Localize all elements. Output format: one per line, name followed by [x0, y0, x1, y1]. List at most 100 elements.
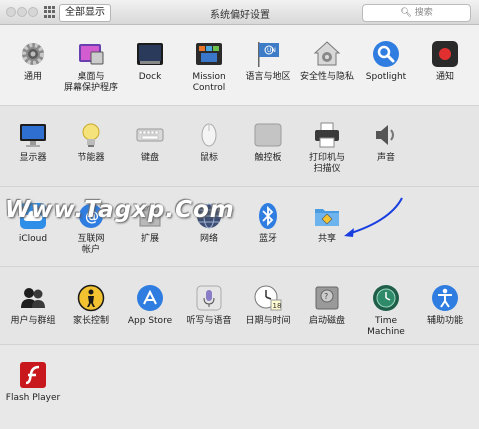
pane-date-time[interactable]: 18 日期与时间 — [238, 284, 298, 327]
time-machine-icon — [372, 284, 400, 312]
pane-label: 扩展 — [140, 234, 159, 244]
pane-label: 打印机与 扫描仪 — [308, 153, 345, 174]
pane-desktop-screensaver[interactable]: 桌面与 屏幕保护程序 — [61, 40, 121, 94]
general-gear-icon — [19, 40, 47, 68]
system-section: 用户与群组 家长控制 App Store 听写与语音 18 日期与时间 ? 启动… — [0, 267, 479, 345]
printer-icon — [313, 121, 341, 149]
show-all-grid-icon[interactable] — [44, 6, 56, 18]
pane-notifications[interactable]: 通知 — [415, 40, 475, 83]
title-bar: 全部显示 系统偏好设置 🔍︎ 搜索 — [0, 0, 479, 25]
pane-label: iCloud — [18, 234, 48, 244]
pane-mission-control[interactable]: Mission Control — [179, 40, 239, 94]
pane-flash-player[interactable]: Flash Player — [3, 361, 63, 404]
displays-monitor-icon — [19, 121, 47, 149]
mission-control-icon — [195, 40, 223, 68]
show-all-button[interactable]: 全部显示 — [59, 4, 111, 22]
pane-label: App Store — [127, 316, 173, 326]
search-icon: 🔍︎ — [400, 8, 412, 18]
pane-sound[interactable]: 声音 — [356, 121, 416, 164]
svg-text:18: 18 — [273, 302, 282, 310]
pane-label: 通用 — [23, 72, 42, 82]
pane-label: 鼠标 — [199, 153, 218, 163]
pane-dictation-speech[interactable]: 听写与语音 — [179, 284, 239, 327]
sound-speaker-icon — [372, 121, 400, 149]
pane-parental-controls[interactable]: 家长控制 — [61, 284, 121, 327]
accessibility-icon — [431, 284, 459, 312]
svg-text:UN: UN — [267, 47, 276, 54]
bluetooth-icon — [254, 202, 282, 230]
pane-label: Dock — [138, 72, 162, 82]
pane-time-machine[interactable]: Time Machine — [356, 284, 416, 338]
pane-mouse[interactable]: 鼠标 — [179, 121, 239, 164]
annotation-arrow-icon — [344, 197, 403, 237]
pane-label: 安全性与隐私 — [299, 72, 354, 82]
pane-startup-disk[interactable]: ? 启动磁盘 — [297, 284, 357, 327]
pane-label: 桌面与 屏幕保护程序 — [63, 72, 118, 93]
pane-label: 触控板 — [254, 153, 282, 163]
energy-saver-bulb-icon — [77, 121, 105, 149]
users-groups-icon — [19, 284, 47, 312]
pane-dock[interactable]: Dock — [120, 40, 180, 83]
pane-label: 键盘 — [140, 153, 159, 163]
pane-accessibility[interactable]: 辅助功能 — [415, 284, 475, 327]
pane-energy-saver[interactable]: 节能器 — [61, 121, 121, 164]
pane-general[interactable]: 通用 — [3, 40, 63, 83]
mouse-icon — [195, 121, 223, 149]
pane-keyboard[interactable]: 键盘 — [120, 121, 180, 164]
pane-spotlight[interactable]: Spotlight — [356, 40, 416, 83]
system-preferences-window: 全部显示 系统偏好设置 🔍︎ 搜索 通用 桌面与 屏幕保护程序 Dock Mis… — [0, 0, 479, 429]
flash-player-icon — [19, 361, 47, 389]
pane-label: 互联网 帐户 — [77, 234, 105, 255]
pane-label: 日期与时间 — [245, 316, 291, 326]
app-store-icon — [136, 284, 164, 312]
pane-label: Mission Control — [192, 72, 226, 93]
sharing-folder-icon — [313, 202, 341, 230]
pane-label: Spotlight — [365, 72, 407, 82]
notifications-icon — [431, 40, 459, 68]
pane-label: 蓝牙 — [258, 234, 277, 244]
zoom-window-button[interactable] — [28, 7, 38, 17]
pane-app-store[interactable]: App Store — [120, 284, 180, 327]
pane-label: 显示器 — [19, 153, 47, 163]
language-region-flag-icon: UN — [254, 40, 282, 68]
parental-controls-icon — [77, 284, 105, 312]
pane-bluetooth[interactable]: 蓝牙 — [238, 202, 298, 245]
pane-label: 用户与群组 — [10, 316, 56, 326]
pane-label: 听写与语音 — [186, 316, 232, 326]
startup-disk-icon: ? — [313, 284, 341, 312]
pane-label: 通知 — [435, 72, 454, 82]
keyboard-icon — [136, 121, 164, 149]
pane-label: 网络 — [199, 234, 218, 244]
dictation-microphone-icon — [195, 284, 223, 312]
personal-section: 通用 桌面与 屏幕保护程序 Dock Mission Control UN 语言与地… — [0, 25, 479, 106]
pane-label: 语言与地区 — [245, 72, 291, 82]
pane-users-groups[interactable]: 用户与群组 — [3, 284, 63, 327]
hardware-section: 显示器 节能器 键盘 鼠标 触控板 打印机与 扫描仪 声音 — [0, 106, 479, 187]
pane-printers-scanners[interactable]: 打印机与 扫描仪 — [297, 121, 357, 175]
pane-label: 声音 — [376, 153, 395, 163]
pane-label: Time Machine — [367, 316, 405, 337]
desktop-screensaver-icon — [77, 40, 105, 68]
search-placeholder: 搜索 — [414, 8, 433, 18]
date-time-clock-icon: 18 — [254, 284, 282, 312]
dock-icon — [136, 40, 164, 68]
pane-trackpad[interactable]: 触控板 — [238, 121, 298, 164]
watermark-text: Www.Tagxp.Com — [5, 197, 235, 223]
pane-security-privacy[interactable]: 安全性与隐私 — [297, 40, 357, 83]
trackpad-icon — [254, 121, 282, 149]
minimize-window-button[interactable] — [17, 7, 27, 17]
window-title: 系统偏好设置 — [210, 10, 270, 21]
pane-label: 启动磁盘 — [308, 316, 345, 326]
search-field[interactable]: 🔍︎ 搜索 — [362, 4, 471, 22]
pane-label: Flash Player — [5, 393, 61, 403]
pane-displays[interactable]: 显示器 — [3, 121, 63, 164]
pane-label: 家长控制 — [72, 316, 109, 326]
security-house-icon — [313, 40, 341, 68]
other-section: Flash Player — [0, 345, 479, 429]
svg-text:?: ? — [324, 292, 328, 301]
pane-label: 辅助功能 — [426, 316, 463, 326]
pane-language-region[interactable]: UN 语言与地区 — [238, 40, 298, 83]
close-window-button[interactable] — [6, 7, 16, 17]
spotlight-magnifier-icon — [372, 40, 400, 68]
pane-label: 节能器 — [77, 153, 105, 163]
